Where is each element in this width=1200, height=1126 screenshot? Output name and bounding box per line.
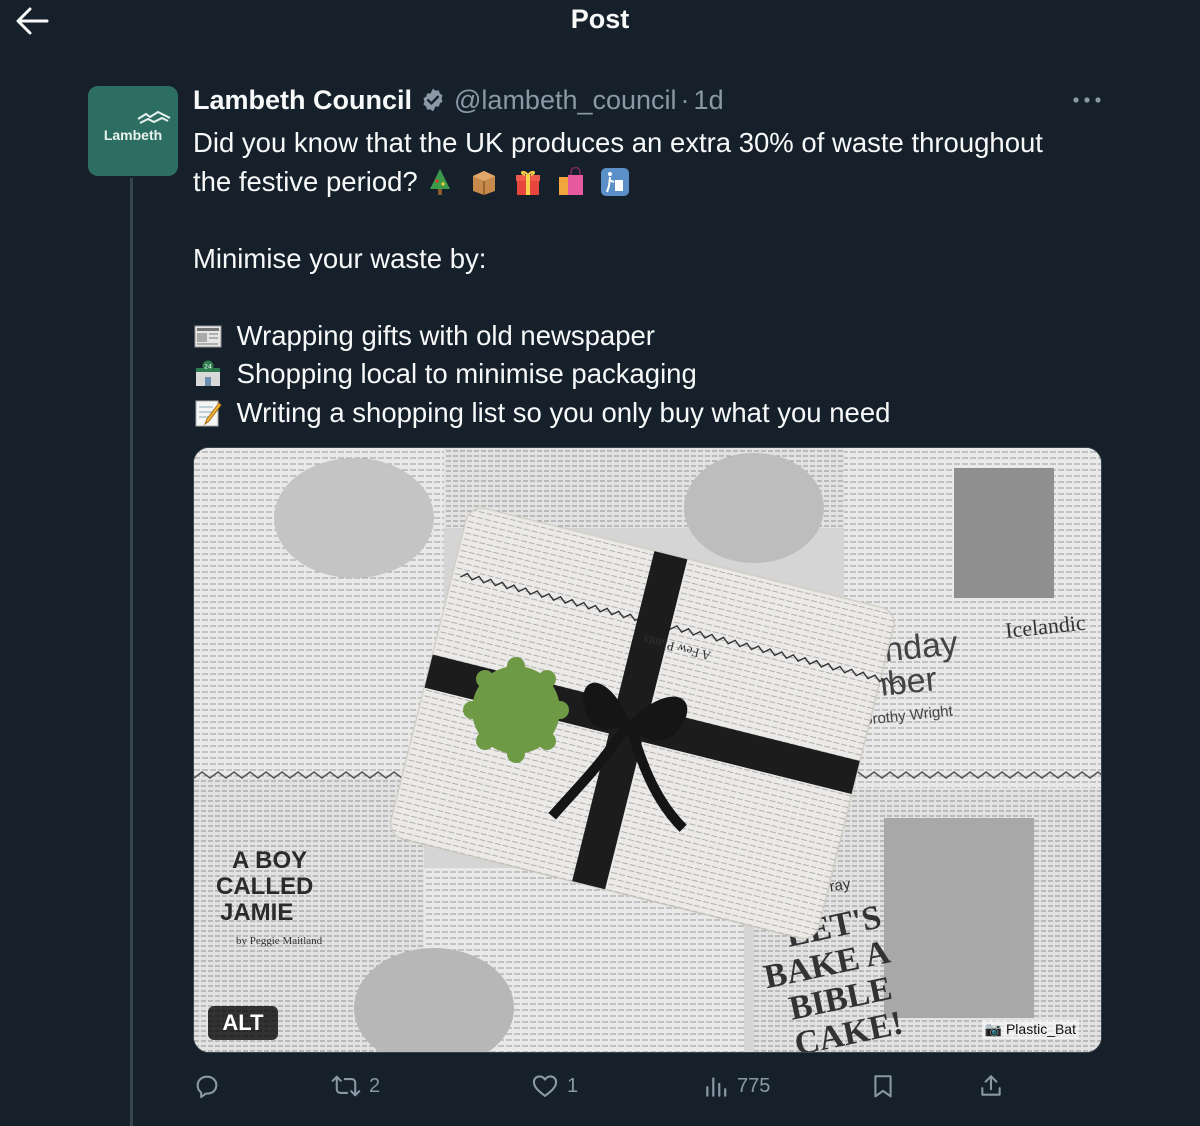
reply-icon bbox=[196, 1075, 218, 1099]
repost-count: 2 bbox=[369, 1074, 381, 1097]
post-text-line-2: the festive period? bbox=[193, 163, 1113, 202]
svg-text:24: 24 bbox=[204, 364, 212, 371]
tip-text: Writing a shopping list so you only buy … bbox=[236, 396, 891, 428]
post-text: Did you know that the UK produces an ext… bbox=[193, 124, 1113, 432]
avatar-label: Lambeth bbox=[103, 127, 163, 143]
avatar[interactable]: Lambeth bbox=[88, 86, 178, 176]
verified-badge-icon[interactable] bbox=[420, 87, 446, 113]
more-dots-icon bbox=[1073, 97, 1101, 103]
tip-item: Wrapping gifts with old newspaper bbox=[193, 317, 1113, 356]
like-button[interactable]: 1 bbox=[531, 1066, 578, 1106]
reply-button[interactable] bbox=[193, 1066, 229, 1106]
convenience-store-icon: 24 bbox=[196, 360, 220, 386]
gift-tag bbox=[463, 657, 569, 763]
heart-icon bbox=[532, 1075, 558, 1097]
svg-text:by Peggie Maitland: by Peggie Maitland bbox=[236, 935, 323, 947]
bookmark-icon bbox=[874, 1075, 892, 1098]
share-icon bbox=[981, 1075, 1001, 1096]
tip-text: Shopping local to minimise packaging bbox=[236, 358, 697, 389]
view-count: 775 bbox=[737, 1074, 771, 1097]
christmas-tree-icon bbox=[430, 168, 451, 195]
post-image[interactable]: A BOY CALLED JAMIE by Peggie Maitland Ic… bbox=[193, 447, 1102, 1053]
post-timestamp[interactable]: 1d bbox=[694, 85, 724, 116]
shopping-bags-icon bbox=[559, 166, 584, 195]
thread-line bbox=[130, 178, 133, 1126]
post-text-intro: Minimise your waste by: bbox=[193, 242, 487, 274]
repost-button[interactable]: 2 bbox=[331, 1066, 380, 1106]
separator-dot: · bbox=[680, 84, 690, 115]
gift-newspaper-photo: A BOY CALLED JAMIE by Peggie Maitland Ic… bbox=[194, 448, 1101, 1052]
top-bar: Post bbox=[0, 0, 1200, 44]
camera-icon: 📷 bbox=[984, 1021, 1003, 1037]
memo-icon bbox=[195, 400, 222, 426]
gift-icon bbox=[515, 170, 540, 195]
post-header: Lambeth Council @lambeth_council · 1d bbox=[193, 82, 724, 118]
share-button[interactable] bbox=[978, 1066, 1004, 1106]
analytics-icon bbox=[706, 1077, 727, 1097]
photo-credit: 📷 Plastic_Bat bbox=[981, 1020, 1079, 1039]
svg-text:JAMIE: JAMIE bbox=[220, 899, 293, 926]
page-title: Post bbox=[570, 4, 630, 34]
alt-text-button[interactable]: ALT bbox=[208, 1006, 278, 1040]
views-button[interactable]: 775 bbox=[703, 1066, 770, 1106]
author-handle[interactable]: @lambeth_council bbox=[454, 85, 677, 116]
tip-item: 24 Shopping local to minimise packaging bbox=[193, 355, 1113, 394]
svg-text:CALLED: CALLED bbox=[216, 873, 313, 900]
repost-icon bbox=[331, 1075, 361, 1097]
lambeth-logo-icon bbox=[137, 110, 171, 124]
post-text-line-2-text: the festive period? bbox=[193, 165, 418, 197]
tip-item: Writing a shopping list so you only buy … bbox=[193, 394, 1113, 433]
newspaper-icon bbox=[194, 325, 222, 347]
bookmark-button[interactable] bbox=[870, 1066, 896, 1106]
litter-bin-icon bbox=[600, 167, 629, 196]
like-count: 1 bbox=[567, 1074, 579, 1097]
package-icon bbox=[473, 170, 496, 195]
photo-credit-text: Plastic_Bat bbox=[1005, 1021, 1076, 1037]
more-options-button[interactable] bbox=[1070, 88, 1104, 112]
author-display-name[interactable]: Lambeth Council bbox=[193, 85, 412, 116]
action-bar: 2 1 775 bbox=[193, 1066, 1013, 1106]
post-text-line-1: Did you know that the UK produces an ext… bbox=[193, 127, 1043, 158]
tip-text: Wrapping gifts with old newspaper bbox=[236, 319, 655, 351]
svg-text:A BOY: A BOY bbox=[232, 847, 307, 874]
